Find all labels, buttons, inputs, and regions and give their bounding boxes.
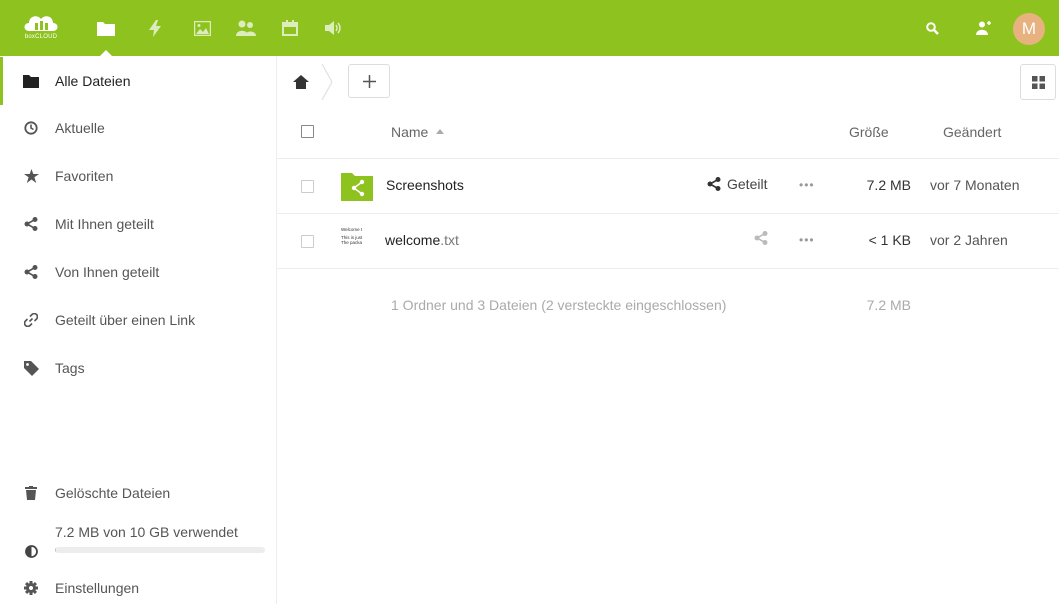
sidebar: Alle Dateien Aktuelle Favoriten Mit Ihne… [0,56,277,604]
audio-icon [325,21,341,35]
contacts-icon [236,20,256,36]
breadcrumb-separator [321,64,333,100]
row-checkbox[interactable] [301,180,314,193]
sidebar-quota: 7.2 MB von 10 GB verwendet [0,516,277,564]
tag-icon [22,359,40,377]
share-icon [707,177,721,191]
top-header: boxCLOUD M [0,0,1059,56]
preview-line: Welcome t [341,227,363,232]
quota-bar-fill [55,547,57,553]
share-button[interactable] [754,231,768,245]
share-button[interactable]: Geteilt [707,176,767,192]
user-avatar[interactable]: M [1013,13,1045,45]
summary-text: 1 Ordner und 3 Dateien (2 versteckte ein… [391,297,727,313]
sidebar-item-all-files[interactable]: Alle Dateien [0,57,277,105]
file-controls [277,56,1059,108]
star-icon [22,167,40,185]
clock-icon [22,119,40,137]
grid-icon [1031,75,1045,89]
sidebar-item-shared-with-you[interactable]: Mit Ihnen geteilt [0,200,277,248]
search-button[interactable] [912,0,952,56]
sidebar-item-label: Tags [55,360,85,376]
folder-icon [97,21,115,36]
app-calendar[interactable] [268,0,312,56]
sidebar-item-label: Gelöschte Dateien [55,485,171,501]
image-icon [193,20,211,36]
quota-pie-icon [22,542,40,560]
shared-folder-icon [341,171,373,201]
app-gallery[interactable] [180,0,224,56]
text-file-preview: Welcome t This is just The packa [341,227,373,257]
file-name[interactable]: Screenshots [386,177,464,193]
sidebar-item-label: Von Ihnen geteilt [55,264,160,280]
contacts-menu-icon [975,21,991,35]
gear-icon [22,579,40,597]
link-icon [22,311,40,329]
column-header-size[interactable]: Größe [849,124,889,140]
file-summary: 1 Ordner und 3 Dateien (2 versteckte ein… [277,270,1059,320]
home-icon [293,75,309,89]
sidebar-item-label: Alle Dateien [55,73,131,89]
app-contacts[interactable] [224,0,268,56]
quota-bar [55,547,265,553]
sidebar-item-label: Aktuelle [55,120,105,136]
breadcrumb-home[interactable] [287,68,315,96]
preview-line: The packa [341,240,363,245]
sidebar-item-label: Einstellungen [55,580,140,596]
file-extension: .txt [440,232,459,248]
app-activity[interactable] [133,0,177,56]
more-actions-button[interactable]: ••• [799,233,815,247]
plus-icon [362,74,376,88]
file-name[interactable]: welcome.txt [385,232,459,248]
more-actions-button[interactable]: ••• [799,178,815,192]
sidebar-item-deleted-files[interactable]: Gelöschte Dateien [0,469,277,517]
logo-text: boxCLOUD [24,34,58,40]
table-row[interactable]: Screenshots Geteilt ••• 7.2 MB vor 7 Mon… [277,159,1059,214]
sidebar-item-shared-by-link[interactable]: Geteilt über einen Link [0,296,277,344]
sidebar-item-label: Geteilt über einen Link [55,312,196,328]
boxcloud-logo[interactable]: boxCLOUD [21,11,69,45]
column-header-name[interactable]: Name [391,124,445,140]
share-label: Geteilt [727,176,768,192]
sidebar-item-settings[interactable]: Einstellungen [0,564,277,612]
sidebar-item-label: Mit Ihnen geteilt [55,216,154,232]
file-size: < 1 KB [868,232,911,248]
trash-icon [22,484,40,502]
file-basename: Screenshots [386,177,464,193]
share-icon [22,263,40,281]
file-basename: welcome [385,232,441,248]
table-row[interactable]: Welcome t This is just The packa welcome… [277,214,1059,269]
grid-view-toggle[interactable] [1020,64,1056,100]
column-header-name-label: Name [391,124,429,140]
quota-text: 7.2 MB von 10 GB verwendet [55,524,238,540]
new-file-button[interactable] [348,64,390,98]
share-icon [22,215,40,233]
row-checkbox[interactable] [301,235,314,248]
folder-icon [22,72,40,90]
sidebar-item-favorites[interactable]: Favoriten [0,152,277,200]
sidebar-item-tags[interactable]: Tags [0,344,277,392]
column-header-modified[interactable]: Geändert [943,124,1001,140]
file-modified: vor 2 Jahren [930,232,1008,248]
select-all-checkbox[interactable] [301,125,314,138]
search-icon [925,21,939,35]
summary-size: 7.2 MB [866,297,911,313]
share-icon [754,231,768,245]
calendar-icon [282,20,298,36]
contacts-menu-button[interactable] [963,0,1003,56]
file-size: 7.2 MB [866,177,911,193]
file-modified: vor 7 Monaten [930,177,1020,193]
app-audio[interactable] [312,0,356,56]
sort-ascending-icon [436,128,445,134]
app-files[interactable] [84,0,128,56]
sidebar-item-recent[interactable]: Aktuelle [0,104,277,152]
sidebar-item-shared-by-you[interactable]: Von Ihnen geteilt [0,248,277,296]
activity-icon [149,19,161,37]
file-table-header: Name Größe Geändert [277,108,1059,159]
sidebar-item-label: Favoriten [55,168,114,184]
